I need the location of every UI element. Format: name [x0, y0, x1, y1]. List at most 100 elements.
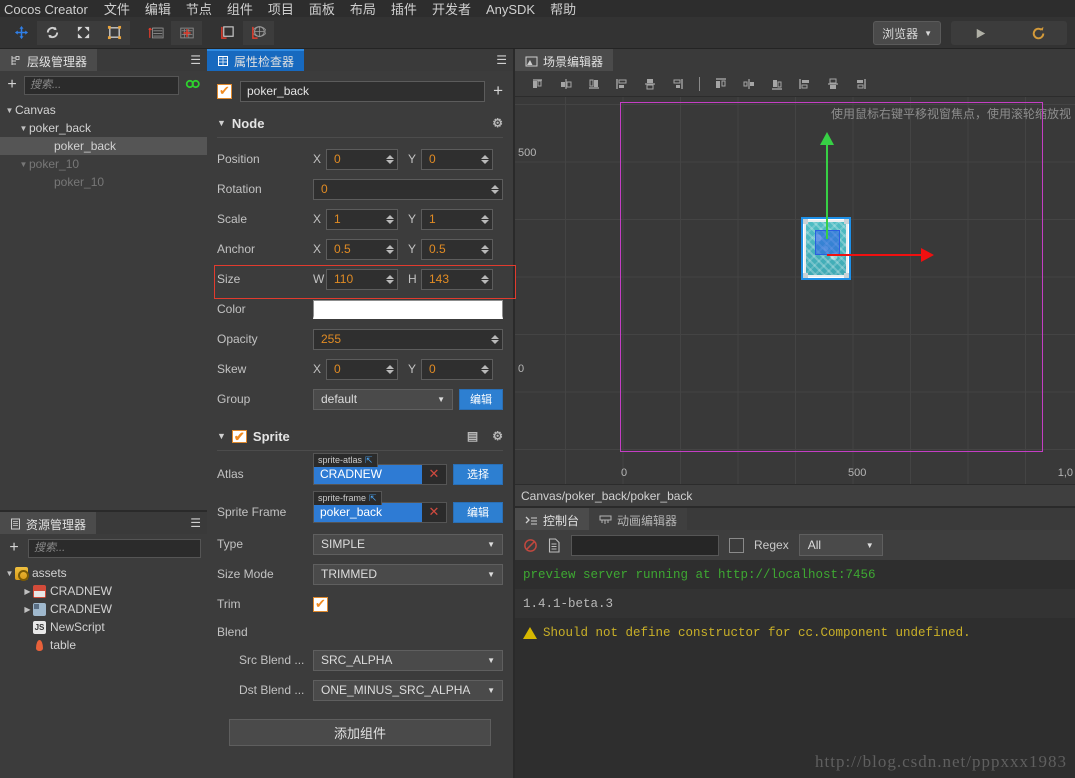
menu-item-help[interactable]: 帮助: [550, 2, 576, 17]
group-dropdown[interactable]: default ▼: [313, 389, 453, 410]
chevron-down-icon[interactable]: ▼: [217, 118, 226, 128]
gizmo-y-axis-arrow[interactable]: [820, 132, 834, 145]
tree-item-poker-10-child[interactable]: poker_10: [0, 173, 207, 191]
menu-item-edit[interactable]: 编辑: [145, 2, 171, 17]
position-y-stepper[interactable]: [479, 151, 490, 168]
node-name-input[interactable]: [240, 81, 485, 102]
size-width-stepper[interactable]: [384, 271, 395, 288]
position-x-input[interactable]: 0: [326, 149, 398, 170]
atlas-value-box[interactable]: CRADNEW ✕: [313, 464, 447, 485]
align-bottom-icon[interactable]: [665, 73, 691, 95]
tab-assets[interactable]: 资源管理器: [0, 512, 96, 534]
tab-scene-editor[interactable]: 场景编辑器: [515, 49, 613, 71]
global-coord-tool-button[interactable]: [243, 21, 274, 45]
asset-item-assets[interactable]: ▼ assets: [0, 564, 207, 582]
size-width-input[interactable]: 110: [326, 269, 398, 290]
size-mode-dropdown[interactable]: TRIMMED ▼: [313, 564, 503, 585]
align-center-h-icon[interactable]: [553, 73, 579, 95]
chevron-right-icon[interactable]: ▶: [22, 605, 33, 614]
align-node-tool-button[interactable]: [140, 21, 171, 45]
src-blend-dropdown[interactable]: SRC_ALPHA ▼: [313, 650, 503, 671]
tree-item-canvas[interactable]: ▼ Canvas: [0, 101, 207, 119]
menu-item-component[interactable]: 组件: [227, 2, 253, 17]
chevron-down-icon[interactable]: ▼: [217, 431, 226, 441]
scale-x-input[interactable]: 1: [326, 209, 398, 230]
gizmo-x-axis[interactable]: [827, 254, 922, 256]
dst-blend-dropdown[interactable]: ONE_MINUS_SRC_ALPHA ▼: [313, 680, 503, 701]
refresh-button[interactable]: [1009, 21, 1067, 45]
anchor-y-stepper[interactable]: [479, 241, 490, 258]
hierarchy-add-button[interactable]: +: [6, 76, 18, 94]
scene-viewport[interactable]: 使用鼠标右键平移视窗焦点，使用滚轮缩放视 500 0: [515, 97, 1075, 484]
distribute-left-icon[interactable]: [708, 73, 734, 95]
assets-menu-button[interactable]: ☰: [190, 516, 201, 530]
tree-item-poker-10-parent[interactable]: ▼ poker_10: [0, 155, 207, 173]
assets-search-input[interactable]: [28, 539, 201, 558]
gizmo-x-axis-arrow[interactable]: [921, 248, 934, 262]
gear-icon[interactable]: ⚙: [492, 429, 503, 443]
rotate-tool-button[interactable]: [37, 21, 68, 45]
scale-x-stepper[interactable]: [384, 211, 395, 228]
gizmo-y-axis[interactable]: [826, 144, 828, 239]
chevron-right-icon[interactable]: ▶: [22, 587, 33, 596]
regex-checkbox[interactable]: [729, 538, 744, 553]
local-coord-tool-button[interactable]: [212, 21, 243, 45]
atlas-clear-button[interactable]: ✕: [422, 466, 446, 482]
anchor-y-input[interactable]: 0.5: [421, 239, 493, 260]
log-level-dropdown[interactable]: All ▼: [799, 534, 883, 556]
scale-y-input[interactable]: 1: [421, 209, 493, 230]
console-search-input[interactable]: [571, 535, 719, 556]
scale-tool-button[interactable]: [68, 21, 99, 45]
sprite-frame-value-box[interactable]: poker_back ✕: [313, 502, 447, 523]
distribute-top-icon[interactable]: [792, 73, 818, 95]
anchor-x-input[interactable]: 0.5: [326, 239, 398, 260]
chevron-down-icon[interactable]: ▼: [18, 160, 29, 169]
console-log-list[interactable]: preview server running at http://localho…: [515, 560, 1075, 778]
assets-add-button[interactable]: +: [6, 539, 22, 557]
position-x-stepper[interactable]: [384, 151, 395, 168]
clear-icon[interactable]: [523, 538, 538, 553]
add-component-button[interactable]: 添加组件: [229, 719, 491, 746]
menu-item-node[interactable]: 节点: [186, 2, 212, 17]
anchor-x-stepper[interactable]: [384, 241, 395, 258]
group-edit-button[interactable]: 编辑: [459, 389, 503, 410]
asset-item-newscript[interactable]: JS NewScript: [0, 618, 207, 636]
chevron-down-icon[interactable]: ▼: [4, 569, 15, 578]
asset-item-cradnew-plist[interactable]: ▶ CRADNEW: [0, 600, 207, 618]
color-swatch[interactable]: [313, 300, 503, 319]
position-y-input[interactable]: 0: [421, 149, 493, 170]
skew-x-input[interactable]: 0: [326, 359, 398, 380]
distribute-center-h-icon[interactable]: [736, 73, 762, 95]
hierarchy-search-input[interactable]: [24, 76, 179, 95]
menu-item-panel[interactable]: 面板: [309, 2, 335, 17]
node-section-header[interactable]: ▼ Node ⚙: [217, 111, 503, 135]
align-right-icon[interactable]: [581, 73, 607, 95]
sprite-frame-clear-button[interactable]: ✕: [422, 504, 446, 520]
tab-inspector[interactable]: 属性检查器: [207, 49, 304, 71]
gear-icon[interactable]: ⚙: [492, 116, 503, 130]
move-tool-button[interactable]: [6, 21, 37, 45]
skew-y-stepper[interactable]: [479, 361, 490, 378]
align-middle-v-icon[interactable]: [637, 73, 663, 95]
size-height-stepper[interactable]: [479, 271, 490, 288]
chevron-down-icon[interactable]: ▼: [18, 124, 29, 133]
chevron-down-icon[interactable]: ▼: [4, 106, 15, 115]
preview-target-dropdown[interactable]: 浏览器 ▼: [873, 21, 941, 45]
add-node-tool-button[interactable]: [171, 21, 202, 45]
opacity-input[interactable]: 255: [313, 329, 503, 350]
inspector-menu-button[interactable]: ☰: [496, 53, 507, 67]
hierarchy-menu-button[interactable]: ☰: [190, 53, 201, 67]
sprite-frame-edit-button[interactable]: 编辑: [453, 502, 503, 523]
inspector-add-button[interactable]: +: [493, 81, 503, 101]
rect-tool-button[interactable]: [99, 21, 130, 45]
menu-item-project[interactable]: 项目: [268, 2, 294, 17]
distribute-right-icon[interactable]: [764, 73, 790, 95]
scale-y-stepper[interactable]: [479, 211, 490, 228]
trim-checkbox[interactable]: [313, 597, 328, 612]
asset-item-cradnew-atlas[interactable]: ▶ CRADNEW: [0, 582, 207, 600]
help-icon[interactable]: ▤: [467, 429, 478, 443]
distribute-bottom-icon[interactable]: [848, 73, 874, 95]
skew-y-input[interactable]: 0: [421, 359, 493, 380]
menu-item-developer[interactable]: 开发者: [432, 2, 471, 17]
sprite-section-header[interactable]: ▼ Sprite ▤ ⚙: [217, 424, 503, 448]
